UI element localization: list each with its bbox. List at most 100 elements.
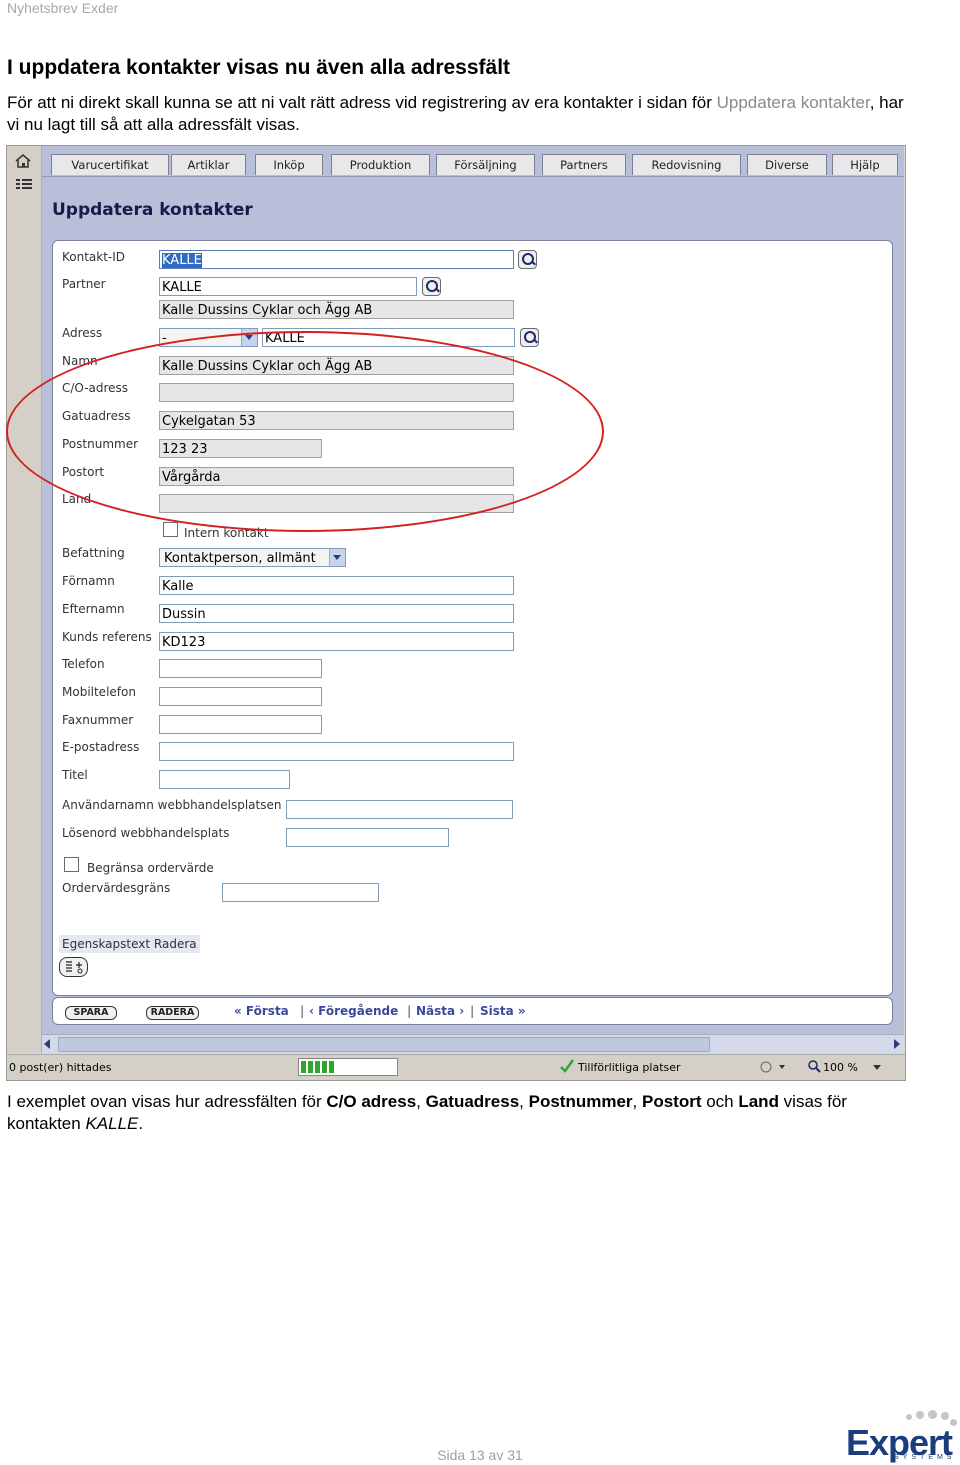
efternamn-input[interactable]: Dussin <box>159 604 514 623</box>
pager-first-link[interactable]: « Första <box>234 1004 289 1018</box>
zoom-chevron-down-icon[interactable] <box>873 1065 881 1070</box>
begransa-ordervarde-checkbox[interactable] <box>64 857 79 872</box>
tab-artiklar[interactable]: Artiklar <box>171 154 246 175</box>
adress-input[interactable]: KALLE <box>262 328 515 347</box>
losenord-input[interactable] <box>286 828 449 847</box>
logo-subtitle: SYSTEMS <box>894 1454 956 1461</box>
checkmark-icon <box>559 1058 575 1074</box>
expert-systems-logo: Expert SYSTEMS <box>846 1408 958 1464</box>
partner-input[interactable]: KALLE <box>159 277 417 296</box>
chevron-down-icon <box>241 329 257 346</box>
kunds-referens-input[interactable]: KD123 <box>159 632 514 651</box>
uppdatera-kontakter-link[interactable]: Uppdatera kontakter <box>717 93 870 112</box>
radera-button[interactable]: RADERA <box>146 1006 199 1020</box>
label-namn: Namn <box>62 354 98 368</box>
label-kontakt-id: Kontakt-ID <box>62 250 126 264</box>
titel-input[interactable] <box>159 770 290 789</box>
label-fornamn: Förnamn <box>62 574 115 588</box>
action-bar: SPARA RADERA « Första | ‹ Föregående | N… <box>52 997 893 1025</box>
label-losenord: Lösenord webbhandelsplats <box>62 826 230 840</box>
intern-kontakt-checkbox[interactable] <box>163 522 178 537</box>
scroll-thumb[interactable] <box>58 1037 710 1052</box>
outro-bold-land: Land <box>738 1092 779 1111</box>
status-zone: Tillförlitliga platser <box>578 1061 681 1074</box>
security-icon[interactable] <box>759 1060 787 1074</box>
outro-italic-kalle: KALLE <box>85 1113 139 1133</box>
outro-sep-1: , <box>416 1092 426 1111</box>
tab-produktion[interactable]: Produktion <box>331 154 430 175</box>
adress-search-icon[interactable] <box>520 328 539 347</box>
adress-select[interactable]: - <box>159 328 258 347</box>
zoom-icon[interactable] <box>807 1059 821 1073</box>
kontakt-id-search-icon[interactable] <box>518 250 537 269</box>
tab-partners[interactable]: Partners <box>542 154 626 175</box>
tab-varucertifikat[interactable]: Varucertifikat <box>51 154 169 175</box>
spara-button[interactable]: SPARA <box>65 1006 117 1020</box>
tab-forsaljning[interactable]: Försäljning <box>436 154 535 175</box>
label-telefon: Telefon <box>62 657 105 671</box>
list-icon[interactable] <box>16 178 32 192</box>
label-gatuadress: Gatuadress <box>62 409 131 423</box>
epostadress-input[interactable] <box>159 742 514 761</box>
home-icon[interactable] <box>15 154 31 168</box>
label-titel: Titel <box>62 768 88 782</box>
scroll-left-icon[interactable] <box>44 1039 50 1049</box>
outro-sep-3: , <box>632 1092 642 1111</box>
partner-search-icon[interactable] <box>422 277 441 296</box>
outro-paragraph: I exemplet ovan visas hur adressfälten f… <box>7 1091 907 1134</box>
tab-hjalp[interactable]: Hjälp <box>832 154 898 175</box>
co-adress-field <box>159 383 514 402</box>
pager-separator: | <box>407 1004 412 1018</box>
befattning-value: Kontaktperson, allmänt <box>164 551 316 566</box>
logo-dot <box>928 1410 937 1419</box>
horizontal-scrollbar[interactable] <box>42 1034 904 1053</box>
form-panel: Kontakt-ID KALLE Partner KALLE Kalle Dus… <box>52 240 893 996</box>
tab-inkop[interactable]: Inköp <box>255 154 323 175</box>
tab-redovisning[interactable]: Redovisning <box>632 154 741 175</box>
pager-separator: | <box>300 1004 305 1018</box>
label-intern-kontakt: Intern kontakt <box>184 526 269 540</box>
label-postort: Postort <box>62 465 105 479</box>
progress-fill <box>301 1061 335 1073</box>
mobiltelefon-input[interactable] <box>159 687 322 706</box>
label-mobiltelefon: Mobiltelefon <box>62 685 136 699</box>
article-title: I uppdatera kontakter visas nu även alla… <box>7 56 511 79</box>
pager-next-link[interactable]: Nästa › <box>416 1004 464 1018</box>
label-efternamn: Efternamn <box>62 602 125 616</box>
label-epostadress: E-postadress <box>62 740 140 754</box>
outro-bold-postnr: Postnummer <box>528 1092 633 1111</box>
pager-separator: | <box>470 1004 475 1018</box>
logo-dot <box>906 1414 912 1420</box>
label-land: Land <box>62 492 92 506</box>
pager-last-link[interactable]: Sista » <box>480 1004 526 1018</box>
document-header: Nyhetsbrev Exder <box>7 0 119 16</box>
logo-dot <box>941 1412 949 1420</box>
top-nav: Varucertifikat Artiklar Inköp Produktion… <box>42 146 904 177</box>
label-co-adress: C/O-adress <box>62 381 129 395</box>
label-ordervardesgrans: Ordervärdesgräns <box>62 881 171 895</box>
status-zoom[interactable]: 100 % <box>823 1061 858 1074</box>
land-field <box>159 494 514 513</box>
progress-bar <box>298 1058 398 1076</box>
partner-name-field: Kalle Dussins Cyklar och Ägg AB <box>159 300 514 319</box>
pager-previous-link[interactable]: ‹ Föregående <box>309 1004 398 1018</box>
label-postnummer: Postnummer <box>62 437 139 451</box>
telefon-input[interactable] <box>159 659 322 678</box>
postort-field: Vårgårda <box>159 467 514 486</box>
label-adress: Adress <box>62 326 103 340</box>
tab-diverse[interactable]: Diverse <box>747 154 827 175</box>
intro-text-1: För att ni direkt skall kunna se att ni … <box>7 93 717 112</box>
left-toolbar <box>7 146 42 1053</box>
anvandarnamn-input[interactable] <box>286 800 513 819</box>
postnummer-field: 123 23 <box>159 439 322 458</box>
faxnummer-input[interactable] <box>159 715 322 734</box>
fornamn-input[interactable]: Kalle <box>159 576 514 595</box>
kontakt-id-input[interactable]: KALLE <box>159 250 514 269</box>
ordervardesgrans-input[interactable] <box>222 883 379 902</box>
scroll-right-icon[interactable] <box>894 1039 900 1049</box>
intro-paragraph: För att ni direkt skall kunna se att ni … <box>7 92 907 135</box>
outro-bold-gatu: Gatuadress <box>425 1092 520 1111</box>
add-property-icon[interactable] <box>59 957 88 977</box>
egenskapstext-header: Egenskapstext Radera <box>59 935 200 953</box>
befattning-select[interactable]: Kontaktperson, allmänt <box>159 548 346 567</box>
